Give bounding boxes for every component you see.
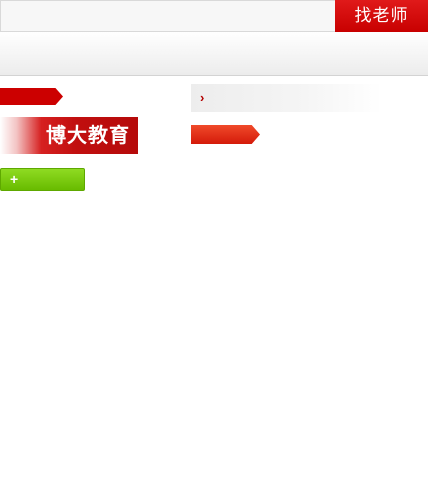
add-button[interactable]: + xyxy=(0,168,85,191)
search-input[interactable] xyxy=(0,0,335,32)
plus-icon: + xyxy=(10,171,19,187)
red-ribbon-button[interactable] xyxy=(191,125,260,144)
red-tag xyxy=(0,88,63,105)
logo-text: 博大教育 xyxy=(46,123,130,147)
logo-banner: 博大教育 xyxy=(0,117,138,154)
list-item[interactable]: › xyxy=(191,84,382,112)
find-teacher-button[interactable]: 找老师 xyxy=(335,0,428,32)
chevron-right-icon: › xyxy=(200,90,205,105)
nav-bar xyxy=(0,32,428,76)
